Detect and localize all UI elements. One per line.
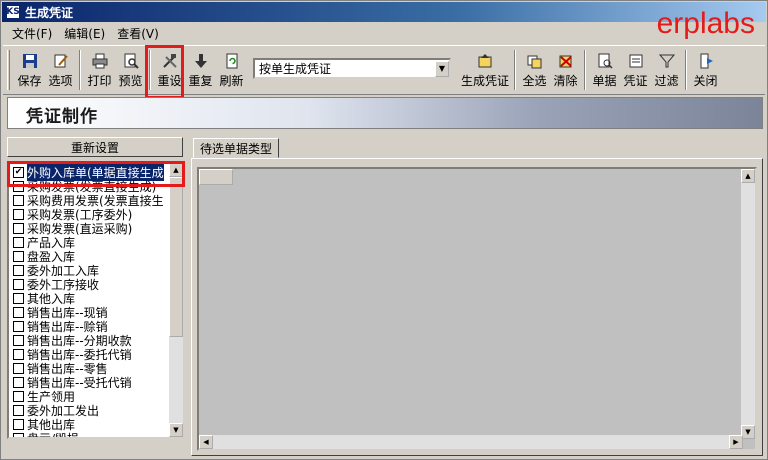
toolbar-separator xyxy=(79,50,81,90)
scroll-left-icon[interactable]: ◀ xyxy=(199,435,213,449)
document-label: 单据 xyxy=(592,73,617,88)
checkbox[interactable] xyxy=(13,334,24,346)
select-all-button[interactable]: 全选 xyxy=(519,46,550,94)
generate-voucher-label: 生成凭证 xyxy=(460,73,509,88)
scroll-down-icon[interactable]: ▼ xyxy=(169,423,183,437)
scroll-right-icon[interactable]: ▶ xyxy=(729,435,743,449)
filter-icon xyxy=(658,52,676,70)
checkbox[interactable] xyxy=(13,348,24,360)
refresh-icon xyxy=(223,52,241,70)
menu-file[interactable]: 文件(F) xyxy=(6,25,58,42)
generate-voucher-button[interactable]: 生成凭证 xyxy=(459,46,511,94)
highlight-reset-button xyxy=(145,45,184,99)
edit-options-icon xyxy=(52,52,70,70)
checkbox[interactable] xyxy=(13,376,24,388)
print-button[interactable]: 打印 xyxy=(84,46,115,94)
grid-corner-header xyxy=(199,169,233,185)
close-button[interactable]: 关闭 xyxy=(690,46,721,94)
menu-bar: 文件(F) 编辑(E) 查看(V) xyxy=(2,23,766,43)
list-item-label: 盘亏/毁损 xyxy=(27,431,80,439)
repeat-label: 重复 xyxy=(188,73,213,88)
chevron-down-icon[interactable]: ▼ xyxy=(435,60,449,77)
repeat-button[interactable]: 重复 xyxy=(185,46,216,94)
exit-door-icon xyxy=(697,52,715,70)
toolbar-separator xyxy=(584,50,586,90)
window-title: 生成凭证 xyxy=(25,5,74,20)
main-window: KS 生成凭证 erplabs 文件(F) 编辑(E) 查看(V) 保存 选项 … xyxy=(0,0,768,460)
list-item[interactable]: 盘亏/毁损 xyxy=(9,431,183,439)
scroll-down-icon[interactable]: ▼ xyxy=(741,425,755,439)
checkbox[interactable] xyxy=(13,320,24,332)
toolbar-grip xyxy=(7,50,10,90)
highlight-first-item xyxy=(7,161,185,187)
document-type-list[interactable]: ✔ 外购入库单(单据直接生成 采购发票(发票直接生成) 采购费用发票(发票直接生 采购发… xyxy=(7,161,185,439)
arrow-down-icon xyxy=(192,52,210,70)
list-items: ✔ 外购入库单(单据直接生成 采购发票(发票直接生成) 采购费用发票(发票直接生 采购发… xyxy=(9,163,183,439)
menu-edit[interactable]: 编辑(E) xyxy=(58,25,111,42)
print-label: 打印 xyxy=(87,73,112,88)
checkbox[interactable] xyxy=(13,278,24,290)
select-all-label: 全选 xyxy=(522,73,547,88)
checkbox[interactable] xyxy=(13,362,24,374)
pending-doc-grid[interactable]: ▲ ▼ ◀ ▶ xyxy=(197,167,757,451)
generate-voucher-icon xyxy=(476,52,494,70)
select-all-icon xyxy=(526,52,544,70)
checkbox[interactable] xyxy=(13,292,24,304)
checkbox[interactable] xyxy=(13,432,24,437)
document-button[interactable]: 单据 xyxy=(589,46,620,94)
voucher-button[interactable]: 凭证 xyxy=(620,46,651,94)
floppy-icon xyxy=(21,52,39,70)
checkbox[interactable] xyxy=(13,222,24,234)
tab-pending-doc-types[interactable]: 待选单据类型 xyxy=(193,138,279,158)
printer-icon xyxy=(91,52,109,70)
save-label: 保存 xyxy=(17,73,42,88)
checkbox[interactable] xyxy=(13,250,24,262)
checkbox[interactable] xyxy=(13,208,24,220)
grid-vertical-scrollbar[interactable]: ▲ ▼ xyxy=(741,169,755,439)
checkbox[interactable] xyxy=(13,306,24,318)
document-search-icon xyxy=(596,52,614,70)
clear-label: 清除 xyxy=(553,73,578,88)
header-banner: 凭证制作 xyxy=(7,97,763,129)
preview-button[interactable]: 预览 xyxy=(115,46,146,94)
generation-mode-value: 按单生成凭证 xyxy=(259,62,332,76)
pending-doc-panel: ▲ ▼ ◀ ▶ xyxy=(191,158,763,456)
save-button[interactable]: 保存 xyxy=(14,46,45,94)
watermark: erplabs xyxy=(656,7,755,40)
scroll-thumb[interactable] xyxy=(169,177,183,337)
toolbar: 保存 选项 打印 预览 重设 重复 刷新 按单生成凭证 ▼ 生成凭证 全选 清除… xyxy=(3,45,765,95)
clear-button[interactable]: 清除 xyxy=(550,46,581,94)
page-title: 凭证制作 xyxy=(26,107,98,127)
filter-button[interactable]: 过滤 xyxy=(651,46,682,94)
checkbox[interactable] xyxy=(13,194,24,206)
options-label: 选项 xyxy=(48,73,73,88)
close-label: 关闭 xyxy=(693,73,718,88)
app-icon: KS xyxy=(6,5,20,19)
checkbox[interactable] xyxy=(13,418,24,430)
clear-icon xyxy=(557,52,575,70)
reset-settings-button[interactable]: 重新设置 xyxy=(7,137,183,157)
checkbox[interactable] xyxy=(13,390,24,402)
menu-view[interactable]: 查看(V) xyxy=(111,25,165,42)
options-button[interactable]: 选项 xyxy=(45,46,76,94)
scroll-up-icon[interactable]: ▲ xyxy=(741,169,755,183)
grid-horizontal-scrollbar[interactable]: ◀ ▶ xyxy=(199,435,743,449)
generation-mode-select[interactable]: 按单生成凭证 ▼ xyxy=(253,58,451,79)
refresh-label: 刷新 xyxy=(219,73,244,88)
print-preview-icon xyxy=(122,52,140,70)
list-scrollbar[interactable]: ▲ ▼ xyxy=(169,163,183,437)
filter-label: 过滤 xyxy=(654,73,679,88)
refresh-button[interactable]: 刷新 xyxy=(216,46,247,94)
checkbox[interactable] xyxy=(13,264,24,276)
checkbox[interactable] xyxy=(13,404,24,416)
title-bar: KS 生成凭证 xyxy=(2,2,766,22)
toolbar-separator xyxy=(685,50,687,90)
toolbar-separator xyxy=(514,50,516,90)
preview-label: 预览 xyxy=(118,73,143,88)
voucher-icon xyxy=(627,52,645,70)
checkbox[interactable] xyxy=(13,236,24,248)
voucher-label: 凭证 xyxy=(623,73,648,88)
